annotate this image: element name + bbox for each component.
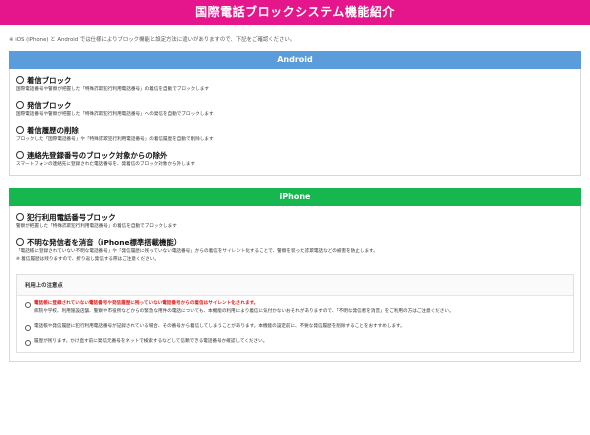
- circle-icon: [16, 76, 24, 84]
- feature-description: 国際電話番号や警察が把握した「特殊詐欺犯行利用電話番号」の着信を自動でブロックし…: [16, 87, 209, 92]
- caution-box: 利用上の注意点 電話帳に登録されていない電話番号や発信履歴に残っていない電話番号…: [16, 274, 574, 353]
- circle-icon: [16, 238, 24, 246]
- feature-item: 犯行利用電話番号ブロック 警察が把握した「特殊詐欺犯行利用電話番号」の着信を自動…: [16, 212, 574, 231]
- android-section: Android 着信ブロック 国際電話番号や警察が把握した「特殊詐欺犯行利用電話…: [9, 51, 581, 176]
- feature-title: 着信履歴の削除: [27, 126, 79, 135]
- feature-description: ブロックした「国際電話番号」や「特殊詐欺犯行利用電話番号」の着信履歴を自動で削除…: [16, 137, 214, 142]
- caution-text: 病院や学校、利用施設店舗、警察や市役所などからの緊急な用件の電話についても、本機…: [34, 309, 454, 314]
- caution-item: 履歴が残ります。かけ直す前に発信元番号をネットで検索するなどして信頼できる電話番…: [25, 338, 565, 346]
- circle-icon: [25, 301, 31, 308]
- iphone-section: iPhone 犯行利用電話番号ブロック 警察が把握した「特殊詐欺犯行利用電話番号…: [9, 188, 581, 362]
- feature-description: 警察が把握した「特殊詐欺犯行利用電話番号」の着信を自動でブロックします: [16, 224, 177, 229]
- circle-icon: [16, 126, 24, 134]
- feature-note: ※ 着信履歴は残りますので、折り返し発信する際はご注意ください。: [16, 257, 159, 262]
- circle-icon: [16, 151, 24, 159]
- feature-description: スマートフォンの連絡先に登録された電話番号を、発着信のブロック対象から外します: [16, 162, 196, 167]
- feature-item: 着信ブロック 国際電話番号や警察が把握した「特殊詐欺犯行利用電話番号」の着信を自…: [16, 75, 574, 94]
- iphone-feature-list: 犯行利用電話番号ブロック 警察が把握した「特殊詐欺犯行利用電話番号」の着信を自動…: [10, 206, 580, 268]
- caution-list: 電話帳に登録されていない電話番号や発信履歴に残っていない電話番号からの着信はサイ…: [17, 296, 573, 346]
- feature-title: 発信ブロック: [27, 101, 72, 110]
- android-feature-list: 着信ブロック 国際電話番号や警察が把握した「特殊詐欺犯行利用電話番号」の着信を自…: [10, 69, 580, 175]
- caution-item: 電話帳や発信履歴に犯行利用電話番号が記録されている場合、その番号から着信してしま…: [25, 323, 565, 331]
- caution-item: 電話帳に登録されていない電話番号や発信履歴に残っていない電話番号からの着信はサイ…: [25, 300, 565, 316]
- feature-title: 不明な発信者を消音（iPhone標準搭載機能）: [27, 238, 182, 247]
- iphone-heading: iPhone: [9, 188, 581, 206]
- caution-text: 履歴が残ります。かけ直す前に発信元番号をネットで検索するなどして信頼できる電話番…: [34, 339, 268, 344]
- feature-title: 連絡先登録番号のブロック対象からの除外: [27, 151, 168, 160]
- circle-icon: [25, 324, 31, 331]
- feature-item: 発信ブロック 国際電話番号や警察が把握した「特殊詐欺犯行利用電話番号」への発信を…: [16, 100, 574, 119]
- feature-description: 国際電話番号や警察が把握した「特殊詐欺犯行利用電話番号」への発信を自動でブロック…: [16, 112, 214, 117]
- caution-alert: 電話帳に登録されていない電話番号や発信履歴に残っていない電話番号からの着信はサイ…: [34, 301, 259, 306]
- page-title-bar: 国際電話ブロックシステム機能紹介: [0, 0, 590, 25]
- circle-icon: [16, 101, 24, 109]
- feature-title: 犯行利用電話番号ブロック: [27, 213, 116, 222]
- caution-text: 電話帳や発信履歴に犯行利用電話番号が記録されている場合、その番号から着信してしま…: [34, 324, 405, 329]
- feature-item: 着信履歴の削除 ブロックした「国際電話番号」や「特殊詐欺犯行利用電話番号」の着信…: [16, 125, 574, 144]
- circle-icon: [25, 339, 31, 346]
- android-heading: Android: [9, 51, 581, 69]
- feature-title: 着信ブロック: [27, 76, 72, 85]
- page-title: 国際電話ブロックシステム機能紹介: [195, 5, 395, 19]
- platform-note: ※ iOS (iPhone) と Android では仕様によりブロック機能と設…: [9, 37, 296, 43]
- feature-description: 「電話帳に登録されていない不明な電話番号」や「発信履歴に残っていない電話番号」か…: [16, 249, 378, 254]
- feature-item: 不明な発信者を消音（iPhone標準搭載機能） 「電話帳に登録されていない不明な…: [16, 237, 574, 264]
- caution-title: 利用上の注意点: [17, 275, 573, 296]
- feature-item: 連絡先登録番号のブロック対象からの除外 スマートフォンの連絡先に登録された電話番…: [16, 150, 574, 169]
- circle-icon: [16, 213, 24, 221]
